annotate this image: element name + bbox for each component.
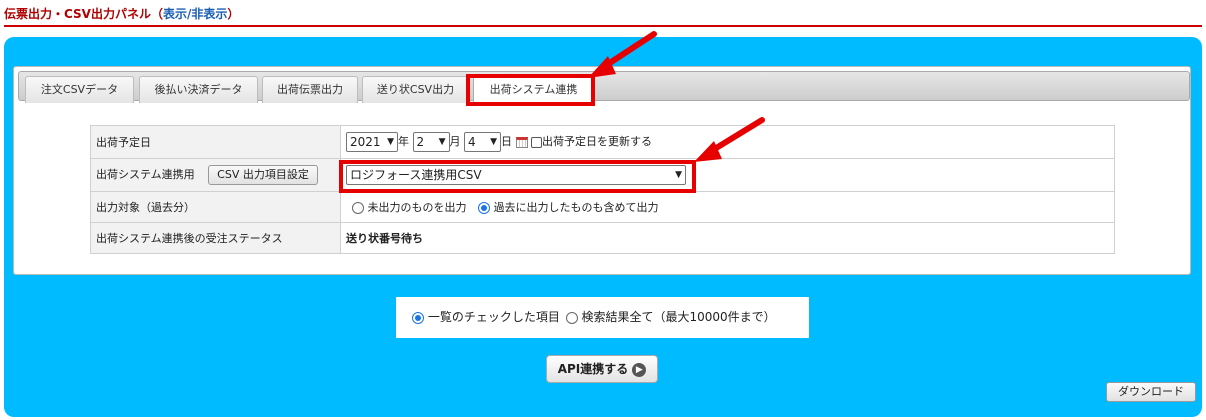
radio-all-results[interactable]: [565, 311, 578, 324]
year-value: 2021: [350, 135, 381, 149]
show-link[interactable]: 表示: [163, 7, 187, 21]
radio-all-results-label: 検索結果全て（最大10000件まで）: [581, 310, 776, 324]
row-output-target: 出力対象（過去分） 未出力のものを出力 過去に出力したものも含めて出力: [90, 191, 1115, 223]
radio-checked-items[interactable]: [412, 311, 424, 324]
month-select[interactable]: 2 ▼: [412, 132, 450, 152]
chevron-down-icon: ▼: [675, 170, 682, 180]
download-button[interactable]: ダウンロード: [1106, 382, 1196, 402]
update-ship-date-label: 出荷予定日を更新する: [542, 135, 652, 148]
tab-shipping-slip[interactable]: 出荷伝票出力: [262, 76, 358, 103]
ship-system-label-cell: 出荷システム連携用 CSV 出力項目設定: [90, 158, 341, 192]
update-ship-date-checkbox[interactable]: [531, 136, 542, 148]
ship-system-value: ロジフォース連携用CSV ▼: [340, 158, 1115, 192]
ship-date-value: 2021 ▼ 年 2 ▼ 月 4 ▼ 日 出荷予定日を更新する: [340, 125, 1115, 159]
tab-order-csv[interactable]: 注文CSVデータ: [25, 76, 134, 103]
row-ship-system: 出荷システム連携用 CSV 出力項目設定 ロジフォース連携用CSV ▼: [90, 158, 1115, 192]
radio-include-past[interactable]: [478, 202, 490, 214]
hide-link[interactable]: 非表示: [191, 7, 227, 21]
csv-settings-button[interactable]: CSV 出力項目設定: [208, 165, 318, 185]
status-after-label: 出荷システム連携後の受注ステータス: [90, 222, 341, 254]
radio-checked-items-label: 一覧のチェックした項目: [427, 310, 560, 324]
year-suffix: 年: [398, 135, 409, 148]
day-suffix: 日: [501, 135, 512, 148]
ship-date-label: 出荷予定日: [90, 125, 341, 159]
tab-deferred-payment[interactable]: 後払い決済データ: [139, 76, 258, 103]
radio-unexported-label: 未出力のものを出力: [367, 201, 467, 214]
calendar-icon[interactable]: [515, 136, 528, 148]
month-suffix: 月: [449, 135, 461, 148]
radio-include-past-label: 過去に出力したものも含めて出力: [493, 201, 659, 214]
ship-system-select[interactable]: ロジフォース連携用CSV ▼: [346, 165, 686, 185]
scope-selector: 一覧のチェックした項目 検索結果全て（最大10000件まで）: [396, 297, 809, 338]
status-after-value: 送り状番号待ち: [340, 222, 1115, 254]
output-target-label: 出力対象（過去分）: [90, 191, 341, 223]
tab-content-area: 注文CSVデータ 後払い決済データ 出荷伝票出力 送り状CSV出力 出荷システム…: [13, 66, 1191, 275]
tab-waybill-csv[interactable]: 送り状CSV出力: [362, 76, 469, 103]
chevron-down-icon: ▼: [387, 137, 394, 147]
export-panel: 注文CSVデータ 後払い決済データ 出荷伝票出力 送り状CSV出力 出荷システム…: [4, 37, 1202, 417]
chevron-down-icon: ▼: [490, 137, 497, 147]
api-link-button-label: API連携する: [557, 362, 629, 376]
paren-close: ）: [227, 7, 240, 21]
row-ship-date: 出荷予定日 2021 ▼ 年 2 ▼ 月 4 ▼ 日 出荷予定日を更新する: [90, 125, 1115, 159]
settings-table: 出荷予定日 2021 ▼ 年 2 ▼ 月 4 ▼ 日 出荷予定日を更新する 出荷システム連携…: [90, 125, 1115, 254]
row-status-after: 出荷システム連携後の受注ステータス 送り状番号待ち: [90, 222, 1115, 254]
month-value: 2: [416, 135, 425, 149]
api-link-button[interactable]: API連携する ▶: [546, 355, 658, 383]
paren-open: （: [150, 7, 163, 21]
output-target-value: 未出力のものを出力 過去に出力したものも含めて出力: [340, 191, 1115, 223]
day-value: 4: [468, 135, 476, 149]
ship-system-label: 出荷システム連携用: [96, 168, 195, 181]
panel-title: 伝票出力・CSV出力パネル: [4, 7, 151, 21]
panel-title-bar: 伝票出力・CSV出力パネル（表示/非表示）: [4, 3, 1202, 27]
tab-shipping-system[interactable]: 出荷システム連携: [473, 76, 594, 104]
arrow-right-icon: ▶: [632, 362, 647, 377]
ship-system-selected: ロジフォース連携用CSV: [350, 168, 482, 182]
tab-bar: 注文CSVデータ 後払い決済データ 出荷伝票出力 送り状CSV出力 出荷システム…: [18, 71, 1190, 104]
year-select[interactable]: 2021 ▼: [346, 132, 398, 152]
radio-unexported[interactable]: [352, 202, 364, 214]
day-select[interactable]: 4 ▼: [464, 132, 501, 152]
chevron-down-icon: ▼: [438, 137, 446, 147]
